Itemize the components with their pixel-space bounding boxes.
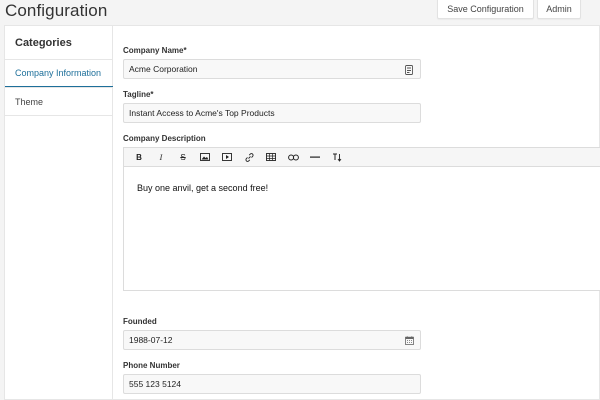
table-icon[interactable] [260, 149, 282, 165]
contact-card-icon[interactable] [404, 64, 414, 75]
tagline-input[interactable]: Instant Access to Acme's Top Products [123, 103, 421, 123]
embed-icon[interactable] [282, 149, 304, 165]
sidebar-item-label: Company Information [15, 68, 102, 78]
sidebar-item-company-information[interactable]: Company Information [5, 59, 113, 88]
editor-toolbar: B I S [124, 148, 600, 167]
founded-value: 1988-07-12 [129, 335, 173, 345]
company-name-label: Company Name* [123, 46, 187, 55]
sidebar-item-label: Theme [15, 96, 44, 107]
phone-number-input[interactable]: 555 123 5124 [123, 374, 421, 394]
bold-button[interactable]: B [128, 149, 150, 165]
calendar-icon[interactable] [404, 335, 414, 346]
video-icon[interactable] [216, 149, 238, 165]
tagline-label: Tagline* [123, 90, 154, 99]
image-icon[interactable] [194, 149, 216, 165]
tagline-value: Instant Access to Acme's Top Products [129, 108, 275, 118]
categories-sidebar: Categories Company Information Theme [5, 26, 113, 399]
company-description-editor[interactable]: B I S Buy one anvil, get a second free! [123, 147, 600, 291]
founded-input[interactable]: 1988-07-12 [123, 330, 421, 350]
phone-number-label: Phone Number [123, 361, 180, 370]
link-icon[interactable] [238, 149, 260, 165]
company-description-label: Company Description [123, 134, 206, 143]
founded-label: Founded [123, 317, 157, 326]
sidebar-heading: Categories [15, 37, 72, 49]
italic-button[interactable]: I [150, 149, 172, 165]
company-name-input[interactable]: Acme Corporation [123, 59, 421, 79]
save-configuration-button[interactable]: Save Configuration [437, 0, 534, 19]
page-title: Configuration [5, 1, 108, 20]
phone-number-value: 555 123 5124 [129, 379, 181, 389]
editor-content: Buy one anvil, get a second free! [137, 183, 269, 193]
horizontal-rule-icon[interactable] [304, 149, 326, 165]
configuration-panel: Categories Company Information Theme Com… [4, 25, 600, 400]
sidebar-item-theme[interactable]: Theme [5, 87, 113, 116]
text-direction-icon[interactable] [326, 149, 348, 165]
admin-button[interactable]: Admin [537, 0, 581, 19]
company-name-value: Acme Corporation [129, 64, 198, 74]
strikethrough-button[interactable]: S [172, 149, 194, 165]
